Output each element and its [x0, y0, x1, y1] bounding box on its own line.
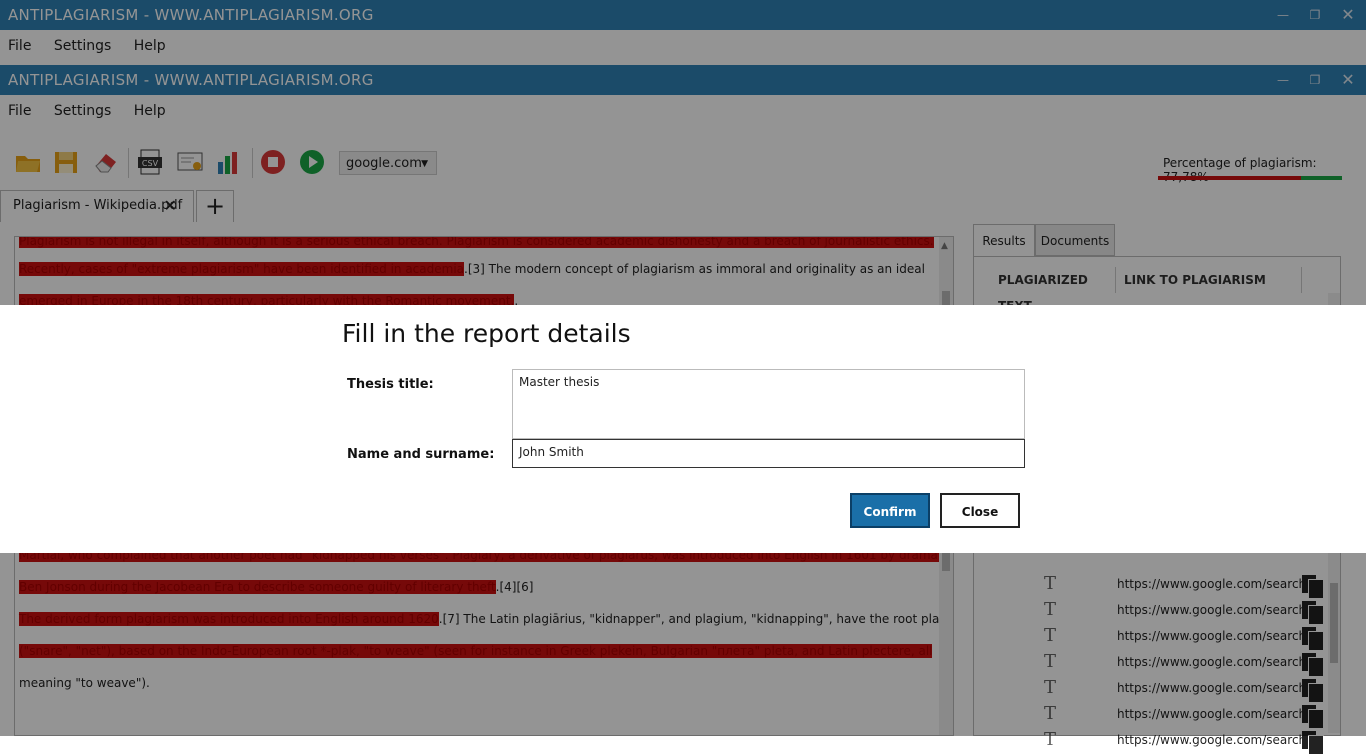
name-surname-field[interactable]: John Smith [512, 439, 1025, 468]
confirm-button[interactable]: Confirm [850, 493, 930, 528]
report-details-dialog: Fill in the report details Thesis title:… [0, 305, 1366, 553]
thesis-title-label: Thesis title: [347, 377, 434, 392]
thesis-title-field[interactable]: Master thesis [512, 369, 1025, 439]
name-surname-label: Name and surname: [347, 447, 495, 462]
copy-icon-back [1308, 735, 1324, 755]
close-button[interactable]: Close [940, 493, 1020, 528]
dialog-title: Fill in the report details [342, 319, 631, 348]
